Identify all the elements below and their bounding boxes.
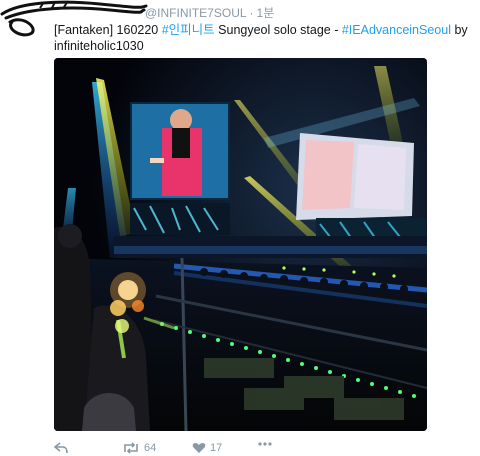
- retweet-count: 64: [144, 442, 157, 454]
- more-icon: [258, 442, 272, 446]
- tweet-meta: @INFINITE7SOUL · 1분: [145, 4, 274, 21]
- meta-separator: ·: [249, 6, 254, 20]
- tweet-text-prefix: [Fantaken] 160220: [54, 23, 162, 37]
- hashtag-link[interactable]: #인피니트: [162, 23, 215, 37]
- tweet-actions: 64 17: [54, 442, 474, 456]
- reply-button[interactable]: [54, 442, 68, 454]
- concert-photo: [54, 58, 427, 431]
- tweet-header: @INFINITE7SOUL · 1분: [0, 0, 480, 37]
- more-button[interactable]: [258, 442, 272, 446]
- tweet-photo[interactable]: [54, 58, 427, 431]
- hashtag-link[interactable]: #IEAdvanceinSeoul: [342, 23, 451, 37]
- like-button[interactable]: 17: [192, 442, 222, 454]
- tweet-text: [Fantaken] 160220 #인피니트 Sungyeol solo st…: [54, 22, 474, 54]
- reply-icon: [54, 442, 68, 454]
- user-handle[interactable]: @INFINITE7SOUL: [145, 6, 247, 20]
- tweet-text-middle: Sungyeol solo stage -: [214, 23, 342, 37]
- retweet-icon: [124, 442, 138, 454]
- heart-icon: [192, 443, 206, 453]
- like-count: 17: [210, 442, 223, 454]
- retweet-button[interactable]: 64: [122, 442, 156, 454]
- tweet-time[interactable]: 1분: [257, 6, 275, 20]
